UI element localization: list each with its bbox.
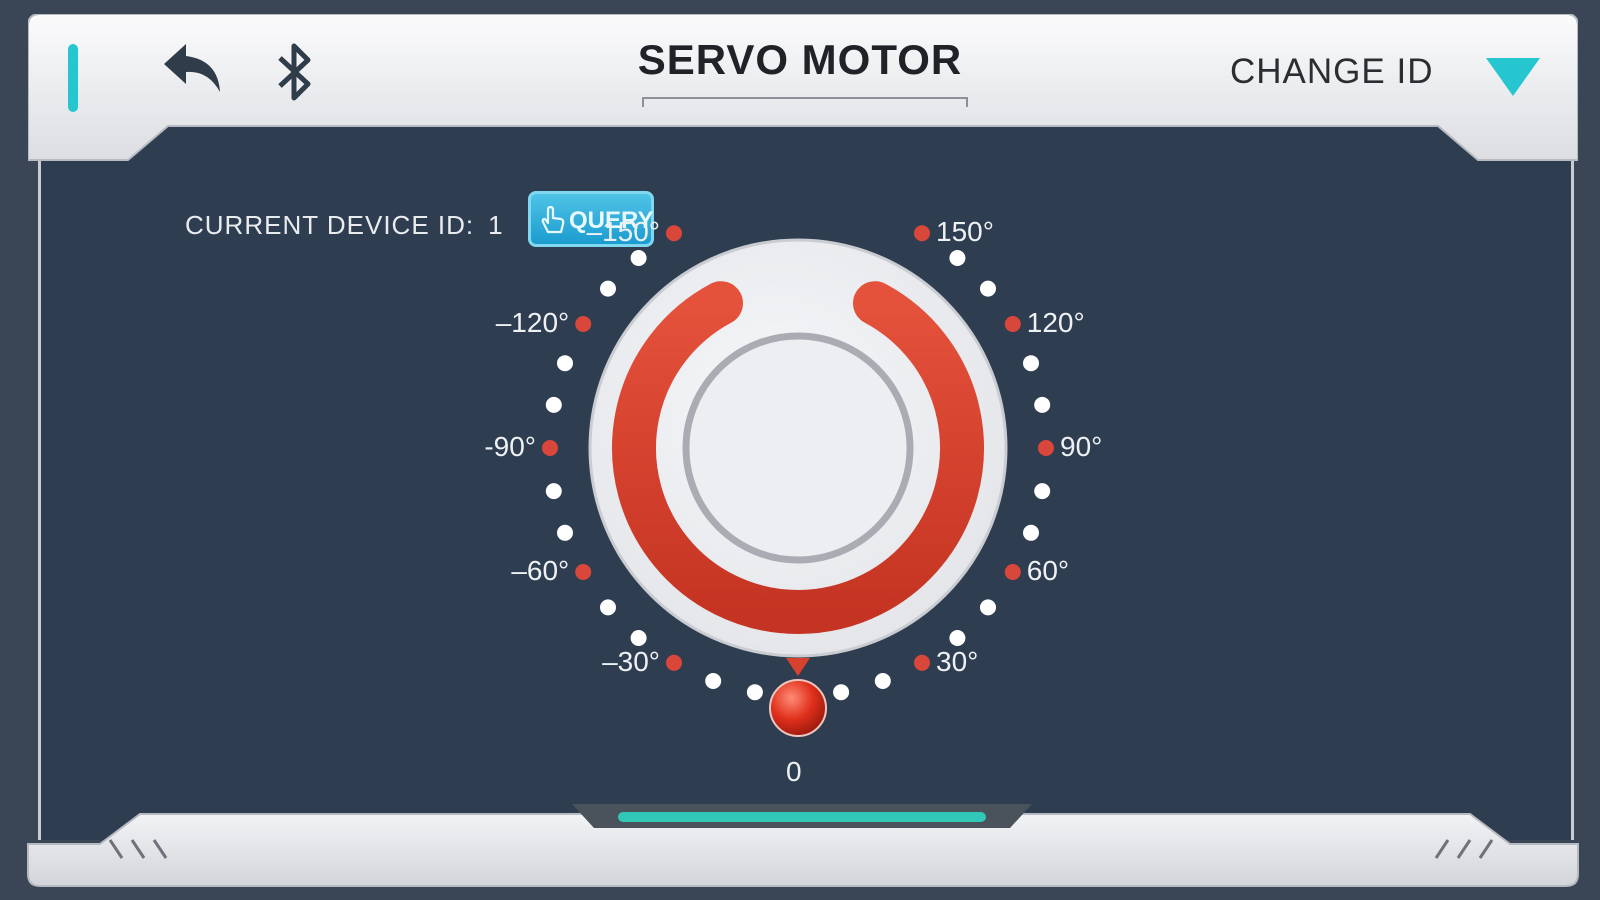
major-tick-dot: [914, 225, 930, 242]
minor-tick-dot: [600, 599, 616, 616]
minor-tick-dot: [1023, 355, 1039, 372]
minor-tick-dot: [630, 630, 647, 646]
minor-tick-dot: [705, 673, 722, 689]
minor-tick-dot: [833, 684, 850, 701]
major-tick-dot: [575, 316, 592, 332]
major-tick-dot: [575, 564, 592, 580]
angle-indicator-ball[interactable]: [769, 679, 827, 737]
minor-tick-dot: [1023, 524, 1039, 541]
footer-bar: [0, 800, 1600, 900]
dial-pointer: [786, 658, 810, 676]
major-tick-dot: [666, 654, 682, 671]
major-tick-dot: [542, 440, 558, 456]
app-frame: SERVO MOTOR CHANGE ID CURRENT DEVICE ID:…: [0, 0, 1600, 900]
angle-label: -90°: [484, 431, 536, 462]
major-tick-dot: [1038, 440, 1054, 456]
angle-label: 150°: [936, 216, 994, 248]
major-tick-dot: [666, 225, 682, 242]
minor-tick-dot: [874, 673, 891, 689]
footer-shape: [27, 804, 1579, 887]
angle-label: 30°: [936, 645, 979, 677]
minor-tick-dot: [557, 355, 573, 372]
angle-label: –120°: [495, 307, 570, 338]
angle-label: 90°: [1060, 431, 1103, 462]
angle-label: 60°: [1026, 555, 1070, 586]
minor-tick-dot: [545, 396, 562, 413]
minor-tick-dot: [949, 250, 966, 266]
minor-tick-dot: [557, 524, 573, 541]
minor-tick-dot: [949, 630, 966, 646]
minor-tick-dot: [545, 483, 562, 500]
angle-label: 120°: [1026, 307, 1085, 338]
current-angle-label: 0: [786, 756, 802, 787]
minor-tick-dot: [600, 280, 616, 297]
major-tick-dot: [1004, 316, 1021, 332]
minor-tick-dot: [630, 250, 647, 266]
minor-tick-dot: [980, 599, 996, 616]
angle-label: –150°: [586, 216, 661, 248]
minor-tick-dot: [980, 280, 996, 297]
dial-inner-ring: [682, 332, 914, 564]
major-tick-dot: [1004, 564, 1021, 580]
minor-tick-dot: [746, 684, 763, 701]
minor-tick-dot: [1034, 396, 1051, 413]
angle-label: –60°: [511, 555, 570, 586]
footer-progress-accent: [618, 812, 986, 822]
minor-tick-dot: [1034, 483, 1051, 500]
major-tick-dot: [914, 654, 930, 671]
angle-label: –30°: [602, 645, 660, 677]
